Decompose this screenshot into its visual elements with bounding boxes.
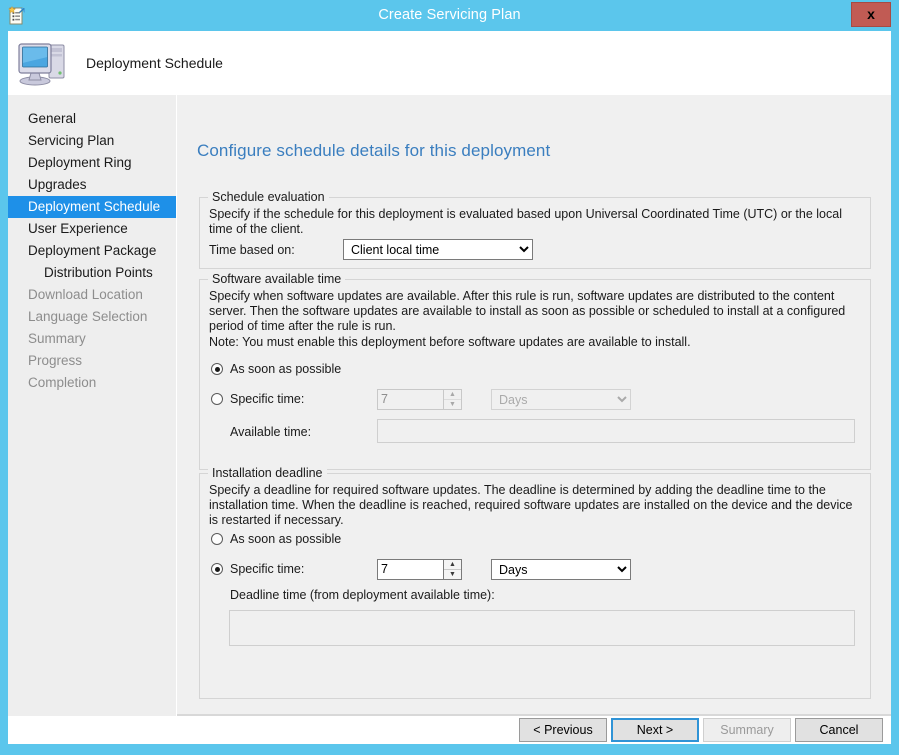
deadline-specific-radio-row[interactable]: Specific time: <box>211 562 304 576</box>
computer-icon <box>16 37 72 89</box>
deadline-specific-radio[interactable] <box>211 563 223 575</box>
window-title: Create Servicing Plan <box>378 7 521 23</box>
wizard-sidebar: General Servicing Plan Deployment Ring U… <box>8 95 176 744</box>
available-asap-label: As soon as possible <box>230 362 342 376</box>
deadline-amount-stepper[interactable]: 7 ▲ ▼ <box>377 559 462 580</box>
close-button[interactable]: x <box>851 2 891 27</box>
deadline-asap-label: As soon as possible <box>230 532 342 546</box>
available-amount-increment-icon[interactable]: ▲ <box>444 390 461 400</box>
summary-button: Summary <box>703 718 791 742</box>
available-time-field <box>377 419 855 443</box>
previous-button[interactable]: < Previous <box>519 718 607 742</box>
sidebar-item-completion: Completion <box>28 375 97 390</box>
time-based-on-label: Time based on: <box>209 243 295 257</box>
schedule-evaluation-legend: Schedule evaluation <box>208 190 329 204</box>
next-button[interactable]: Next > <box>611 718 699 742</box>
available-amount-value[interactable]: 7 <box>378 390 443 409</box>
deadline-asap-radio[interactable] <box>211 533 223 545</box>
title-bar: Create Servicing Plan x <box>0 0 899 31</box>
content-heading: Configure schedule details for this depl… <box>197 141 551 160</box>
content-panel: Configure schedule details for this depl… <box>177 95 891 715</box>
deadline-time-field <box>229 610 855 646</box>
sidebar-item-deployment-ring[interactable]: Deployment Ring <box>8 152 176 174</box>
sidebar-item-deployment-package[interactable]: Deployment Package <box>8 240 176 262</box>
time-based-on-select[interactable]: Client local time <box>343 239 533 260</box>
sidebar-item-servicing-plan[interactable]: Servicing Plan <box>8 130 176 152</box>
sidebar-item-distribution-points[interactable]: Distribution Points <box>8 262 176 284</box>
available-specific-label: Specific time: <box>230 392 305 406</box>
software-available-time-note: Note: You must enable this deployment be… <box>209 335 691 349</box>
deadline-time-label: Deadline time (from deployment available… <box>230 588 495 602</box>
deadline-asap-radio-row[interactable]: As soon as possible <box>211 532 341 546</box>
wizard-footer: < Previous Next > Summary Cancel <box>8 716 891 744</box>
schedule-evaluation-group: Schedule evaluation Specify if the sched… <box>199 190 871 269</box>
deadline-specific-label: Specific time: <box>230 562 305 576</box>
schedule-evaluation-description: Specify if the schedule for this deploym… <box>209 207 842 236</box>
available-specific-radio-row[interactable]: Specific time: <box>211 392 304 406</box>
sidebar-item-deployment-schedule[interactable]: Deployment Schedule <box>8 196 176 218</box>
create-servicing-plan-window: Create Servicing Plan x Deployment Sched… <box>0 0 899 755</box>
window-frame: Deployment Schedule General Servicing Pl… <box>8 31 891 744</box>
deadline-amount-spin-buttons[interactable]: ▲ ▼ <box>443 560 461 579</box>
page-title: Deployment Schedule <box>86 55 223 71</box>
sidebar-item-progress: Progress <box>28 353 83 368</box>
available-time-label: Available time: <box>230 425 312 439</box>
software-available-time-group: Software available time Specify when sof… <box>199 272 871 470</box>
deadline-amount-value[interactable]: 7 <box>378 560 443 579</box>
installation-deadline-legend: Installation deadline <box>208 466 327 480</box>
available-amount-stepper[interactable]: 7 ▲ ▼ <box>377 389 462 410</box>
wizard-header: Deployment Schedule <box>8 31 891 95</box>
available-amount-spin-buttons[interactable]: ▲ ▼ <box>443 390 461 409</box>
available-specific-radio[interactable] <box>211 393 223 405</box>
sidebar-item-summary: Summary <box>28 331 86 346</box>
sidebar-item-user-experience[interactable]: User Experience <box>8 218 176 240</box>
installation-deadline-group: Installation deadline Specify a deadline… <box>199 466 871 699</box>
available-amount-decrement-icon[interactable]: ▼ <box>444 400 461 409</box>
wizard-content: Configure schedule details for this depl… <box>176 95 891 744</box>
software-available-time-legend: Software available time <box>208 272 346 286</box>
sidebar-item-download-location: Download Location <box>28 287 143 302</box>
installation-deadline-description: Specify a deadline for required software… <box>209 483 853 527</box>
available-unit-select[interactable]: Days <box>491 389 631 410</box>
cancel-button[interactable]: Cancel <box>795 718 883 742</box>
software-available-time-description: Specify when software updates are availa… <box>209 289 846 333</box>
deadline-amount-decrement-icon[interactable]: ▼ <box>444 570 461 579</box>
deadline-unit-select[interactable]: Days <box>491 559 631 580</box>
sidebar-item-general[interactable]: General <box>8 108 176 130</box>
deadline-amount-increment-icon[interactable]: ▲ <box>444 560 461 570</box>
available-asap-radio-row[interactable]: As soon as possible <box>211 362 341 376</box>
sidebar-item-upgrades[interactable]: Upgrades <box>8 174 176 196</box>
available-asap-radio[interactable] <box>211 363 223 375</box>
sidebar-item-language-selection: Language Selection <box>28 309 148 324</box>
